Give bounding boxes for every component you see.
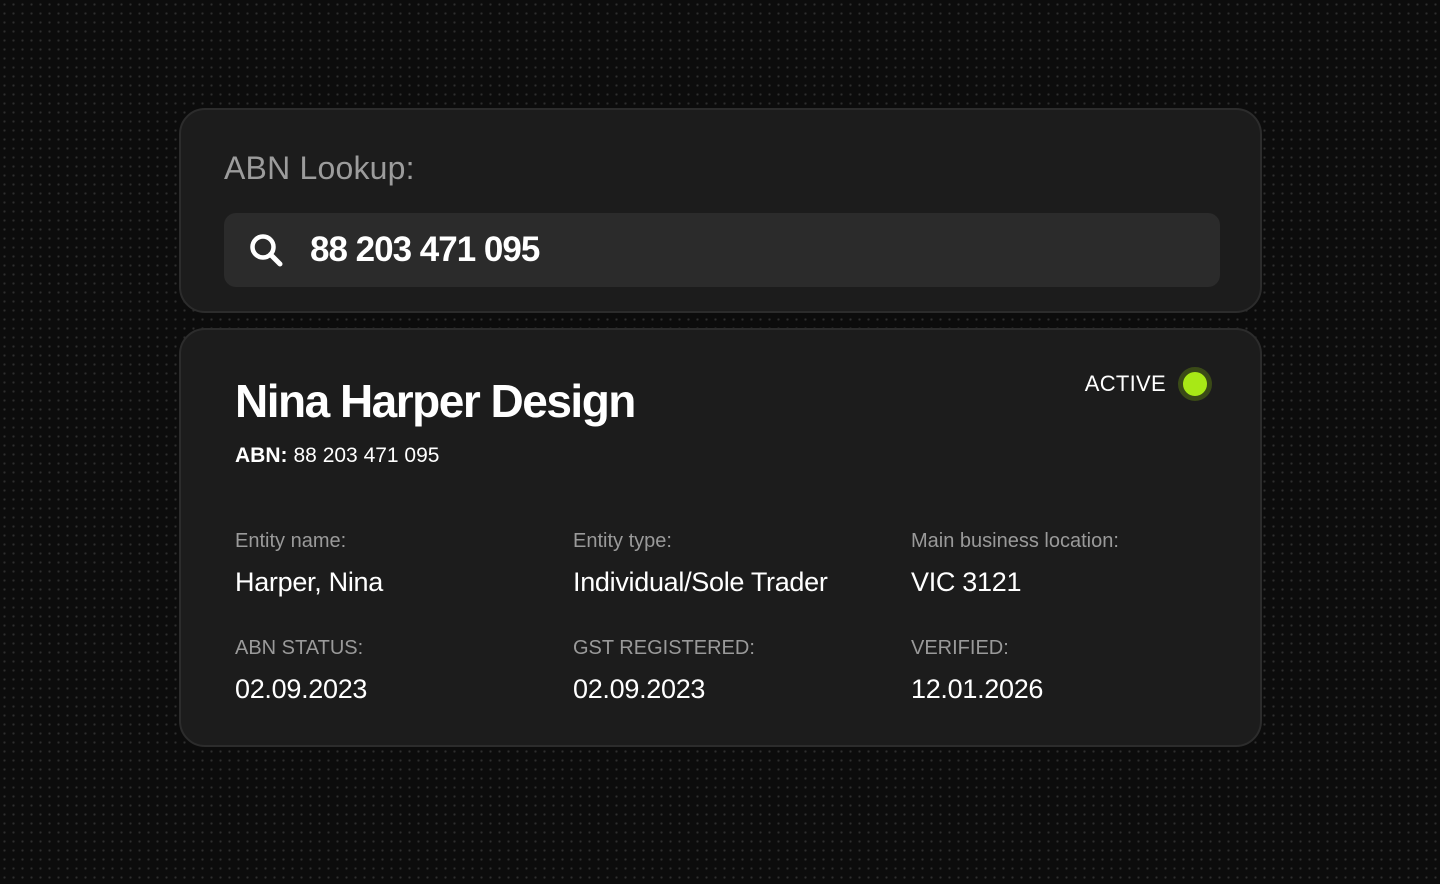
field-value: 12.01.2026	[911, 674, 1044, 704]
field-abn-status: ABN STATUS: 02.09.2023	[235, 637, 367, 705]
field-entity-name: Entity name: Harper, Nina	[235, 530, 383, 598]
field-main-business-location: Main business location: VIC 3121	[911, 530, 1119, 598]
field-label: Entity name:	[235, 530, 347, 552]
field-label: VERIFIED:	[911, 637, 1009, 659]
business-name: Nina Harper Design	[235, 375, 636, 427]
abn-label: ABN:	[235, 444, 288, 467]
lookup-title: ABN Lookup:	[224, 150, 415, 186]
search-icon[interactable]	[248, 232, 284, 268]
abn-lookup-card: ABN Lookup: 88 203 471 095	[179, 108, 1262, 313]
field-label: GST REGISTERED:	[573, 637, 755, 659]
field-value: 02.09.2023	[235, 674, 368, 704]
field-label: Main business location:	[911, 530, 1119, 552]
field-entity-type: Entity type: Individual/Sole Trader	[573, 530, 828, 598]
abn-line: ABN: 88 203 471 095	[235, 444, 439, 468]
abn-value: 88 203 471 095	[293, 444, 440, 467]
abn-result-card: Nina Harper Design ABN: 88 203 471 095 AC…	[179, 328, 1262, 747]
field-value: 02.09.2023	[573, 674, 706, 704]
field-label: Entity type:	[573, 530, 672, 552]
field-value: VIC 3121	[911, 567, 1022, 597]
field-value: Harper, Nina	[235, 567, 383, 597]
status-label: ACTIVE	[1084, 371, 1166, 396]
abn-search-input[interactable]: 88 203 471 095	[224, 213, 1220, 287]
search-value[interactable]: 88 203 471 095	[310, 230, 540, 270]
field-label: ABN STATUS:	[235, 637, 364, 659]
field-gst-registered: GST REGISTERED: 02.09.2023	[573, 637, 755, 705]
status-badge: ACTIVE	[1085, 367, 1212, 401]
field-verified: VERIFIED: 12.01.2026	[911, 637, 1043, 705]
status-indicator-icon	[1178, 367, 1212, 401]
field-value: Individual/Sole Trader	[573, 567, 828, 597]
